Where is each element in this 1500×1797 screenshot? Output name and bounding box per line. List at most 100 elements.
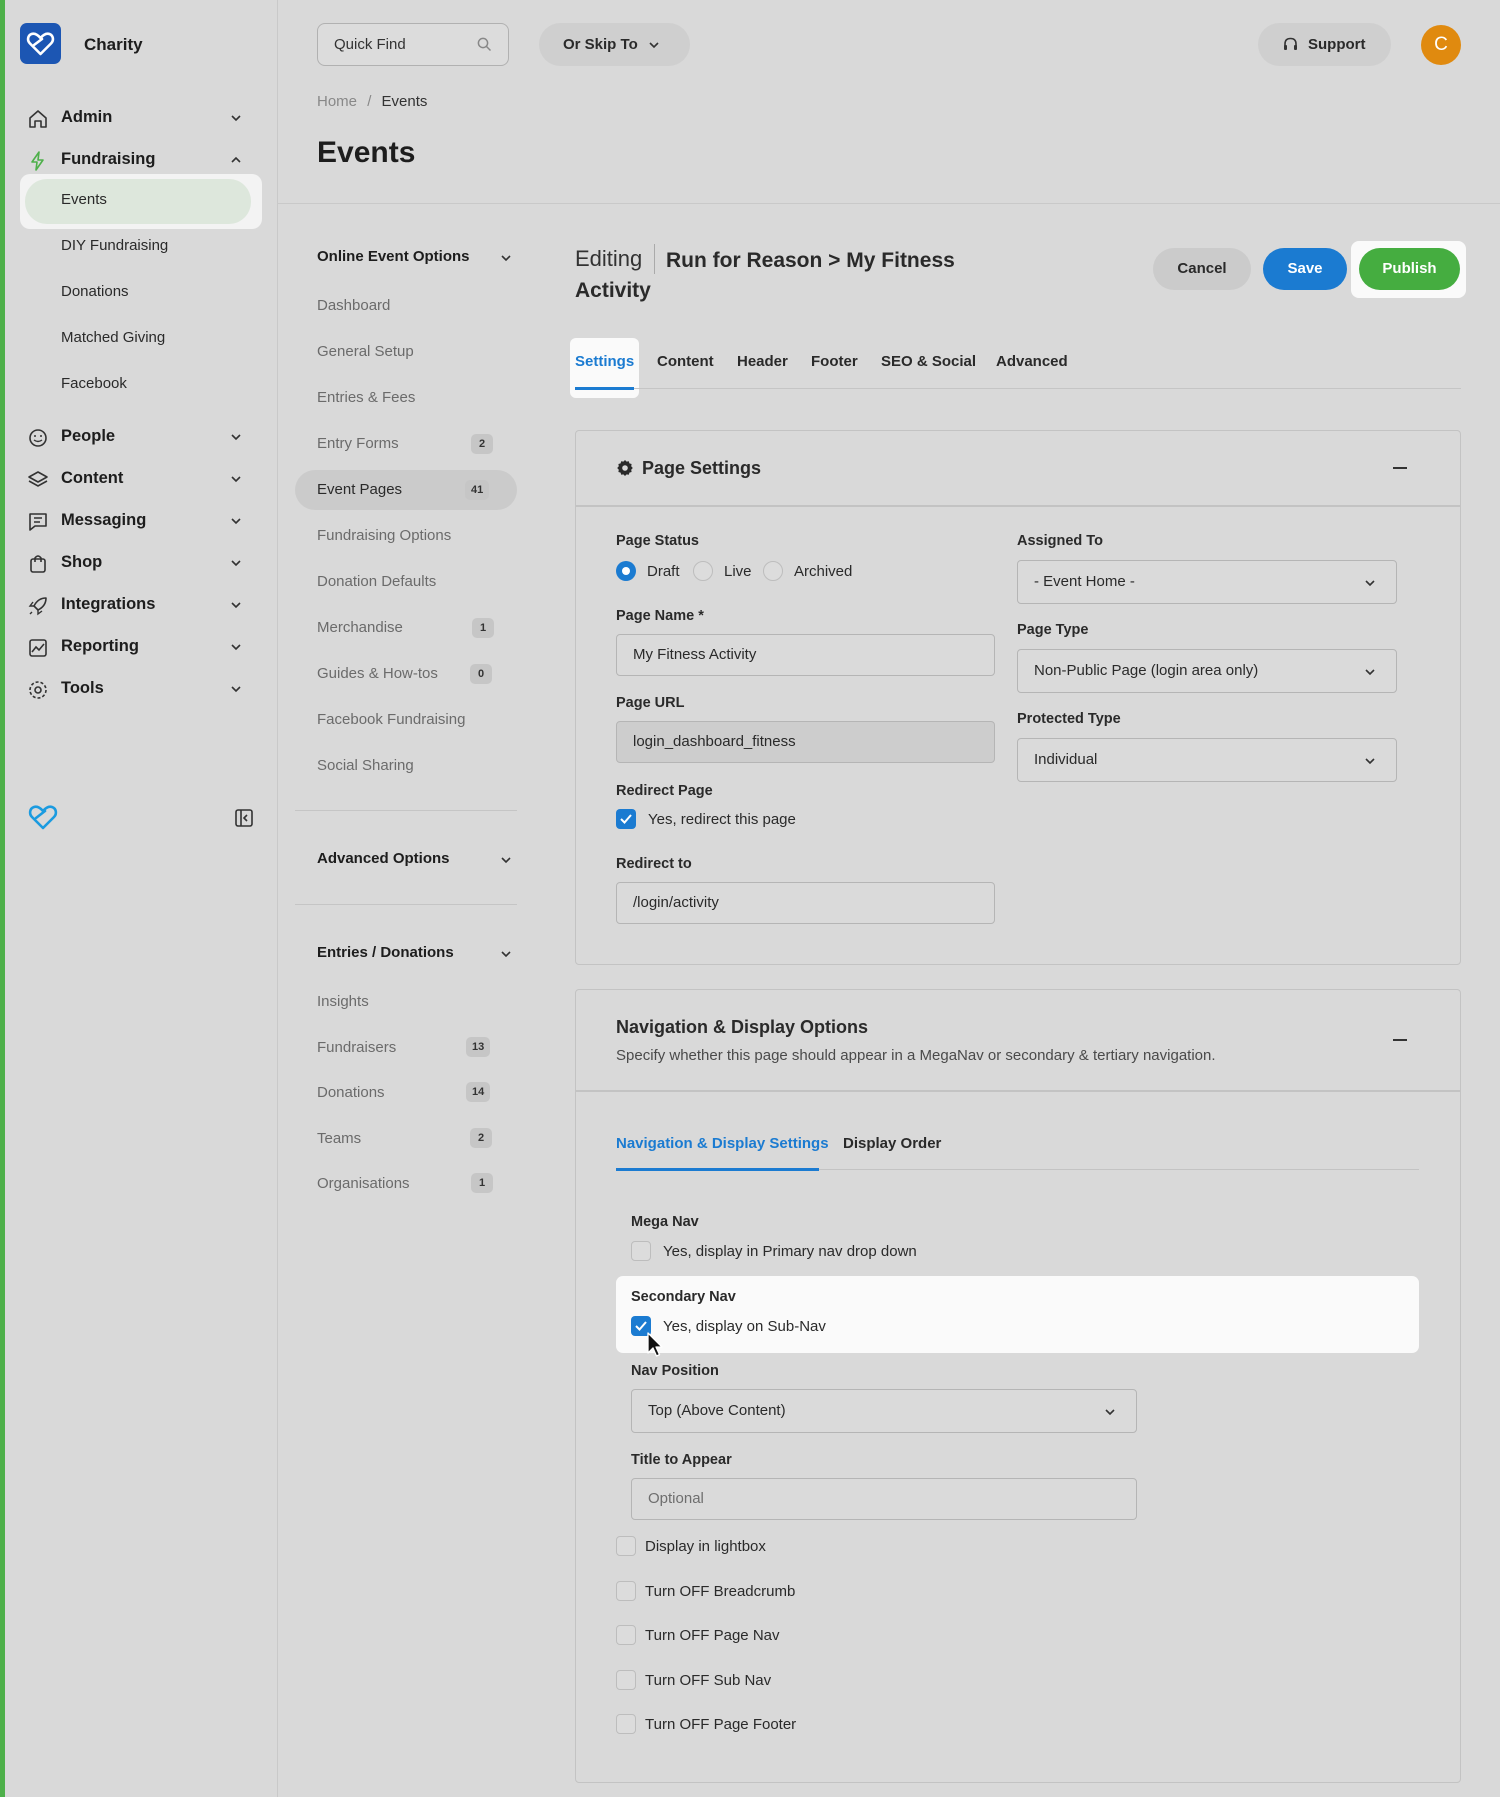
radio-draft[interactable] (616, 561, 636, 581)
cancel-button[interactable]: Cancel (1153, 248, 1251, 290)
collapse-sidebar-icon[interactable] (235, 809, 253, 827)
tab-advanced[interactable]: Advanced (996, 353, 1068, 370)
count-badge: 1 (471, 1173, 493, 1193)
subnav-item-general-setup[interactable]: General Setup (317, 343, 414, 360)
breadcrumb-separator: / (367, 93, 372, 110)
sidebar-subitem-events[interactable]: Events (61, 191, 107, 208)
tab-seo-social[interactable]: SEO & Social (881, 353, 976, 370)
tab-settings[interactable]: Settings (575, 353, 634, 370)
page-name-input[interactable]: My Fitness Activity (616, 634, 995, 676)
subnav-item-event-pages[interactable]: Event Pages (317, 481, 402, 498)
subnav-item-facebook-fundraising[interactable]: Facebook Fundraising (317, 711, 465, 728)
sidebar-item-label: Fundraising (61, 150, 156, 168)
section-advanced-options[interactable]: Advanced Options (317, 850, 450, 867)
count-badge: 1 (472, 618, 494, 638)
subnav-item-donations[interactable]: Donations (317, 1084, 385, 1101)
sidebar-item-content[interactable]: Content (5, 461, 278, 497)
chevron-down-icon (501, 255, 511, 262)
sidebar-item-label: Messaging (61, 511, 147, 529)
nav-display-description: Specify whether this page should appear … (616, 1047, 1216, 1064)
chevron-down-icon (231, 602, 241, 609)
headset-icon (1284, 37, 1297, 50)
assigned-to-select[interactable]: - Event Home - (1017, 560, 1397, 604)
page-type-select[interactable]: Non-Public Page (login area only) (1017, 649, 1397, 693)
radio-live[interactable] (693, 561, 713, 581)
sidebar-subitem-diy-fundraising[interactable]: DIY Fundraising (61, 237, 168, 254)
mega-nav-checkbox[interactable] (631, 1241, 651, 1261)
section-online-event-options[interactable]: Online Event Options (317, 248, 470, 265)
sidebar-item-tools[interactable]: Tools (5, 671, 278, 707)
sidebar-subitem-matched-giving[interactable]: Matched Giving (61, 329, 165, 346)
tab-header[interactable]: Header (737, 353, 788, 370)
subnav-item-social-sharing[interactable]: Social Sharing (317, 757, 414, 774)
radio-archived[interactable] (763, 561, 783, 581)
sidebar: Charity Admin Fundraising Events DIY Fun… (5, 0, 278, 1797)
publish-button[interactable]: Publish (1359, 248, 1460, 290)
skip-to-dropdown[interactable]: Or Skip To (539, 23, 690, 66)
count-badge: 41 (465, 480, 490, 500)
sidebar-item-admin[interactable]: Admin (5, 100, 278, 136)
nav-position-select[interactable]: Top (Above Content) (631, 1389, 1137, 1433)
message-icon (29, 513, 47, 531)
sidebar-item-messaging[interactable]: Messaging (5, 503, 278, 539)
sidebar-subitem-facebook[interactable]: Facebook (61, 375, 127, 392)
sidebar-item-shop[interactable]: Shop (5, 545, 278, 581)
section-entries-donations[interactable]: Entries / Donations (317, 944, 454, 961)
support-button[interactable]: Support (1258, 23, 1391, 66)
people-icon (29, 429, 47, 447)
charity-logo[interactable] (20, 23, 61, 64)
assigned-to-label: Assigned To (1017, 533, 1103, 549)
chevron-down-icon (231, 434, 241, 441)
subnav-item-insights[interactable]: Insights (317, 993, 369, 1010)
subtab-nav-display-settings[interactable]: Navigation & Display Settings (616, 1135, 829, 1152)
sidebar-item-label: Tools (61, 679, 104, 697)
subnav-item-entry-forms[interactable]: Entry Forms (317, 435, 399, 452)
redirect-checkbox[interactable] (616, 809, 636, 829)
protected-type-value: Individual (1034, 751, 1098, 768)
protected-type-select[interactable]: Individual (1017, 738, 1397, 782)
redirect-to-label: Redirect to (616, 856, 692, 872)
avatar[interactable]: C (1421, 25, 1461, 65)
sidebar-item-integrations[interactable]: Integrations (5, 587, 278, 623)
title-to-appear-input[interactable]: Optional (631, 1478, 1137, 1520)
breadcrumb-home[interactable]: Home (317, 93, 357, 110)
quick-find-input[interactable]: Quick Find (317, 23, 509, 66)
nav-position-value: Top (Above Content) (648, 1402, 786, 1419)
option-breadcrumb-checkbox[interactable] (616, 1581, 636, 1601)
sidebar-item-fundraising[interactable]: Fundraising (5, 142, 278, 178)
radio-draft-label: Draft (647, 563, 680, 580)
count-badge: 14 (466, 1082, 491, 1102)
option-page-nav-checkbox[interactable] (616, 1625, 636, 1645)
subnav-item-dashboard[interactable]: Dashboard (317, 297, 390, 314)
redirect-to-input[interactable]: /login/activity (616, 882, 995, 924)
tab-content[interactable]: Content (657, 353, 714, 370)
sidebar-subitem-donations[interactable]: Donations (61, 283, 129, 300)
subnav-item-donation-defaults[interactable]: Donation Defaults (317, 573, 436, 590)
subnav-item-organisations[interactable]: Organisations (317, 1175, 410, 1192)
collapse-minus-icon[interactable] (1393, 467, 1407, 469)
subnav-item-merchandise[interactable]: Merchandise (317, 619, 403, 636)
subnav-item-guides-how-tos[interactable]: Guides & How-tos (317, 665, 438, 682)
page-url-input[interactable]: login_dashboard_fitness (616, 721, 995, 763)
subnav-item-fundraising-options[interactable]: Fundraising Options (317, 527, 451, 544)
sidebar-item-reporting[interactable]: Reporting (5, 629, 278, 665)
tab-footer[interactable]: Footer (811, 353, 858, 370)
mega-nav-label: Mega Nav (631, 1214, 699, 1230)
nav-display-title: Navigation & Display Options (616, 1017, 869, 1037)
breadcrumb-current: Events (381, 93, 428, 110)
collapse-minus-icon[interactable] (1393, 1039, 1407, 1041)
redirect-checkbox-label: Yes, redirect this page (648, 811, 796, 828)
chevron-down-icon (231, 560, 241, 567)
option-sub-nav-checkbox[interactable] (616, 1670, 636, 1690)
protected-type-label: Protected Type (1017, 711, 1121, 727)
quick-find-placeholder: Quick Find (334, 36, 406, 53)
subnav-item-entries-fees[interactable]: Entries & Fees (317, 389, 415, 406)
option-lightbox-checkbox[interactable] (616, 1536, 636, 1556)
subnav-item-fundraisers[interactable]: Fundraisers (317, 1039, 396, 1056)
option-page-footer-checkbox[interactable] (616, 1714, 636, 1734)
subtab-display-order[interactable]: Display Order (843, 1135, 941, 1152)
save-button[interactable]: Save (1263, 248, 1347, 290)
subnav-item-teams[interactable]: Teams (317, 1130, 361, 1147)
sidebar-item-people[interactable]: People (5, 419, 278, 455)
radio-live-label: Live (724, 563, 752, 580)
